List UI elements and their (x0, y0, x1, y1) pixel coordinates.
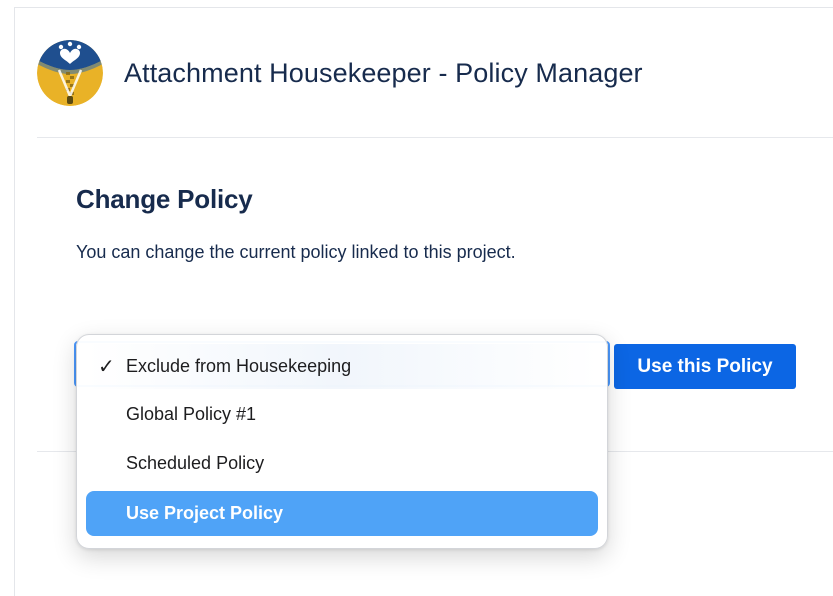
checkmark-icon: ✓ (98, 356, 115, 378)
page-header: Attachment Housekeeper - Policy Manager (37, 40, 817, 106)
option-use-project-policy[interactable]: Use Project Policy (86, 491, 598, 536)
option-label: Use Project Policy (126, 503, 284, 523)
option-exclude-from-housekeeping[interactable]: ✓ Exclude from Housekeeping (86, 344, 598, 389)
policy-dropdown-menu: ✓ Exclude from Housekeeping Global Polic… (76, 334, 608, 549)
option-scheduled-policy[interactable]: Scheduled Policy (86, 441, 598, 486)
option-label: Scheduled Policy (126, 453, 265, 473)
option-label: Global Policy #1 (126, 404, 257, 424)
option-label: Exclude from Housekeeping (126, 356, 352, 376)
section-description: You can change the current policy linked… (76, 242, 516, 262)
app-title: Attachment Housekeeper - Policy Manager (124, 57, 643, 88)
page-frame-top (14, 7, 833, 8)
section-title: Change Policy (76, 184, 253, 214)
use-this-policy-button[interactable]: Use this Policy (614, 344, 796, 389)
option-global-policy-1[interactable]: Global Policy #1 (86, 392, 598, 437)
header-divider (37, 137, 833, 138)
zipper-heart-logo-icon (37, 40, 103, 106)
section-divider-left (37, 451, 77, 452)
logo-graphic (37, 40, 103, 106)
page-frame-left (14, 7, 15, 596)
section-divider-right (600, 451, 833, 452)
app-window: Attachment Housekeeper - Policy Manager … (0, 0, 833, 596)
